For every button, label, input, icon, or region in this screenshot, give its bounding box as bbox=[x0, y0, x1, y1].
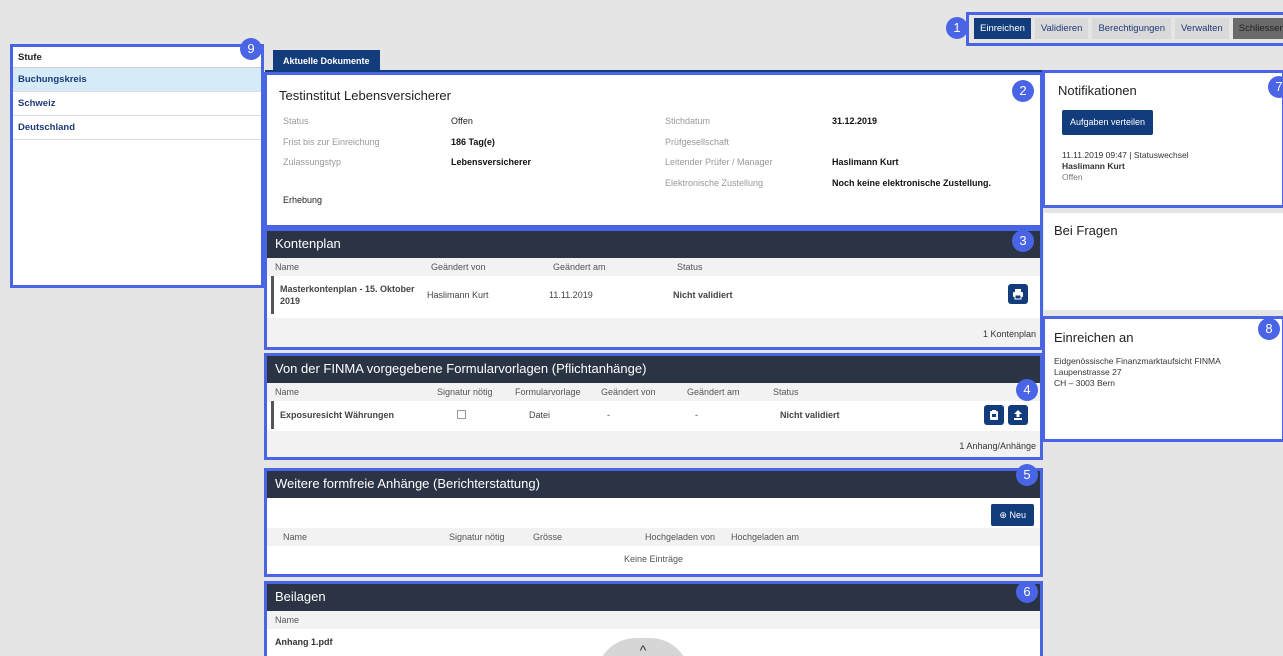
badge-1: 1 bbox=[946, 17, 968, 39]
badge-9: 9 bbox=[240, 38, 262, 60]
highlight-frame-4 bbox=[264, 353, 1043, 460]
badge-8: 8 bbox=[1258, 318, 1280, 340]
highlight-frame-1 bbox=[966, 12, 1283, 46]
badge-7: 7 bbox=[1268, 76, 1283, 98]
badge-3: 3 bbox=[1012, 230, 1034, 252]
highlight-frame-8 bbox=[1042, 316, 1283, 442]
tab-current-documents[interactable]: Aktuelle Dokumente bbox=[273, 50, 380, 72]
badge-5: 5 bbox=[1016, 464, 1038, 486]
highlight-frame-9 bbox=[10, 44, 264, 288]
questions-title: Bei Fragen bbox=[1054, 223, 1118, 238]
badge-4: 4 bbox=[1016, 379, 1038, 401]
highlight-frame-3 bbox=[264, 228, 1043, 350]
highlight-frame-2 bbox=[264, 72, 1043, 228]
chevron-up-icon: ^ bbox=[639, 642, 647, 656]
highlight-frame-5 bbox=[264, 468, 1043, 577]
highlight-frame-7 bbox=[1042, 70, 1283, 208]
badge-6: 6 bbox=[1016, 581, 1038, 603]
tab-bar: Aktuelle Dokumente bbox=[265, 47, 1042, 72]
badge-2: 2 bbox=[1012, 80, 1034, 102]
questions-panel: Bei Fragen bbox=[1044, 213, 1283, 310]
